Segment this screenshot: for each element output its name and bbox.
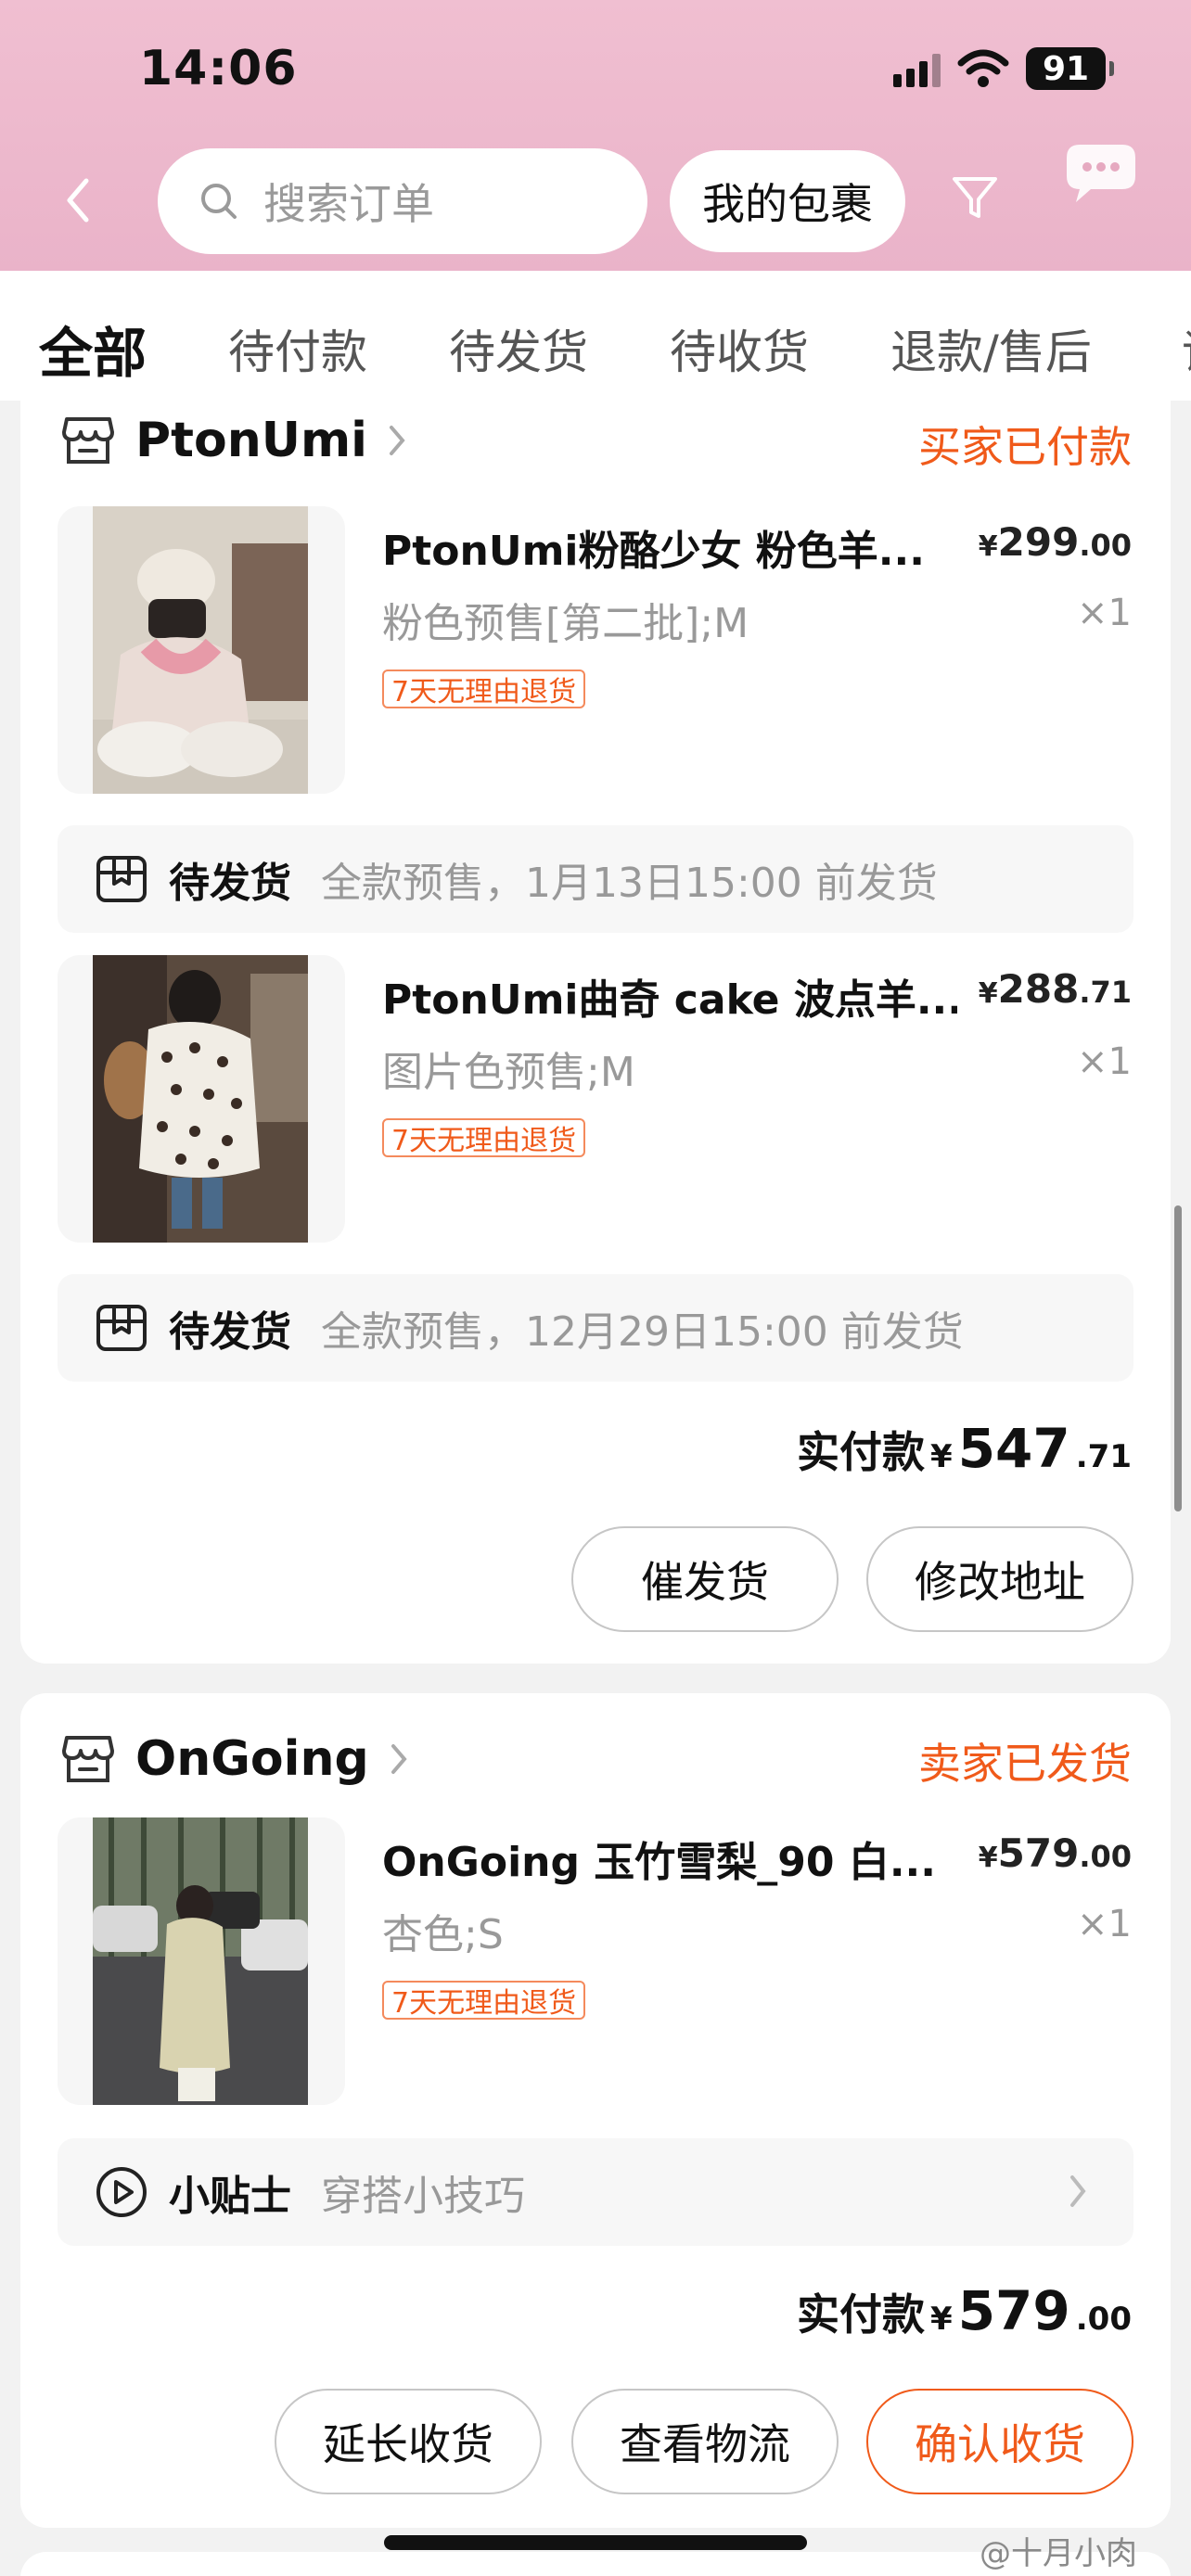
confirm-receipt-button[interactable]: 确认收货	[866, 2389, 1133, 2494]
view-logistics-button[interactable]: 查看物流	[571, 2389, 839, 2494]
product-sku: 粉色预售[第二批];M	[382, 600, 749, 647]
chevron-right-icon	[389, 426, 405, 455]
product-sku: 杏色;S	[382, 1911, 504, 1958]
product-price: ¥579.00	[978, 1830, 1132, 1876]
order-card: PtonUmi 买家已付款 PtonUmi粉酪少女 粉色羊... ¥299.00…	[20, 380, 1171, 1664]
signal-icon	[893, 50, 941, 87]
tab-all[interactable]: 全部	[39, 310, 147, 388]
store-icon	[62, 417, 114, 464]
tab-pending-receipt[interactable]: 待收货	[670, 315, 809, 382]
play-circle-icon	[96, 2167, 147, 2217]
total-amount: 579	[957, 2279, 1070, 2342]
product-photo	[93, 955, 308, 1243]
return-policy-tag: 7天无理由退货	[382, 1118, 586, 1157]
shop-name: PtonUmi	[135, 413, 367, 468]
product-quantity: ×1	[1077, 1040, 1132, 1083]
package-icon	[96, 1305, 147, 1351]
change-address-button[interactable]: 修改地址	[866, 1526, 1133, 1632]
return-policy-tag: 7天无理由退货	[382, 670, 586, 708]
urge-shipping-button[interactable]: 催发货	[571, 1526, 839, 1632]
package-icon	[96, 856, 147, 902]
back-icon	[67, 178, 89, 223]
shipping-status-bar[interactable]: 待发货 全款预售，12月29日15:00 前发货	[58, 1274, 1133, 1382]
battery-indicator: 91	[1026, 47, 1114, 90]
product-title[interactable]: PtonUmi曲奇 cake 波点羊...	[382, 966, 957, 1026]
product-price: ¥288.71	[978, 966, 1132, 1012]
shop-header[interactable]: OnGoing	[61, 1727, 408, 1792]
back-button[interactable]	[56, 172, 100, 228]
message-button[interactable]	[1063, 139, 1139, 211]
total-label: 实付款	[797, 2289, 926, 2340]
tips-bar[interactable]: 小贴士 穿搭小技巧	[58, 2138, 1133, 2246]
tips-text: 穿搭小技巧	[321, 2173, 525, 2220]
product-quantity: ×1	[1077, 592, 1132, 634]
chat-bubble-icon	[1067, 145, 1135, 202]
home-indicator[interactable]	[384, 2535, 807, 2550]
order-total: 实付款 ¥547.71	[797, 1417, 1132, 1480]
chevron-right-icon	[1070, 2175, 1086, 2207]
shipping-status-text: 全款预售，1月13日15:00 前发货	[321, 860, 938, 907]
tab-refund-aftersale[interactable]: 退款/售后	[890, 315, 1092, 382]
order-status: 卖家已发货	[918, 1739, 1132, 1789]
extend-receipt-button[interactable]: 延长收货	[275, 2389, 542, 2494]
order-card: OnGoing 卖家已发货 OnGoing 玉竹雪梨_90 白... ¥579.…	[20, 1693, 1171, 2528]
order-status: 买家已付款	[918, 422, 1132, 472]
status-indicators: 91	[893, 43, 1114, 95]
product-thumbnail[interactable]	[58, 1817, 345, 2105]
tab-pending-payment[interactable]: 待付款	[228, 315, 367, 382]
tab-pending-shipment[interactable]: 待发货	[449, 315, 588, 382]
total-label: 实付款	[797, 1427, 926, 1477]
shipping-status-label: 待发货	[169, 860, 291, 907]
chevron-right-icon	[391, 1744, 407, 1774]
store-icon	[62, 1736, 114, 1782]
search-input[interactable]: 搜索订单	[158, 148, 647, 254]
top-header: 14:06 91 搜索订单 我的包裹	[0, 0, 1191, 271]
shop-header[interactable]: PtonUmi	[61, 408, 406, 473]
product-thumbnail[interactable]	[58, 955, 345, 1243]
total-amount: 547	[957, 1417, 1070, 1480]
product-price: ¥299.00	[978, 519, 1132, 565]
wifi-icon	[957, 49, 1009, 87]
tab-review[interactable]: 评价	[1182, 315, 1191, 382]
product-quantity: ×1	[1077, 1903, 1132, 1945]
product-sku: 图片色预售;M	[382, 1049, 635, 1096]
filter-button[interactable]	[950, 172, 1000, 226]
shipping-status-text: 全款预售，12月29日15:00 前发货	[321, 1308, 964, 1356]
status-time: 14:06	[139, 41, 298, 96]
shipping-status-label: 待发货	[169, 1308, 291, 1356]
my-parcel-button[interactable]: 我的包裹	[670, 150, 905, 252]
return-policy-tag: 7天无理由退货	[382, 1981, 586, 2020]
watermark: @十月小肉	[980, 2535, 1137, 2572]
shop-name: OnGoing	[135, 1731, 369, 1787]
product-photo	[93, 506, 308, 794]
shipping-status-bar[interactable]: 待发货 全款预售，1月13日15:00 前发货	[58, 825, 1133, 933]
product-title[interactable]: PtonUmi粉酪少女 粉色羊...	[382, 517, 957, 577]
order-total: 实付款 ¥579.00	[797, 2279, 1132, 2342]
product-photo	[93, 1817, 308, 2105]
tips-label: 小贴士	[169, 2173, 291, 2220]
filter-icon	[953, 177, 997, 218]
product-thumbnail[interactable]	[58, 506, 345, 794]
search-icon	[201, 184, 237, 219]
search-placeholder: 搜索订单	[263, 179, 434, 229]
scrollbar[interactable]	[1174, 1205, 1182, 1511]
product-title[interactable]: OnGoing 玉竹雪梨_90 白...	[382, 1829, 957, 1888]
